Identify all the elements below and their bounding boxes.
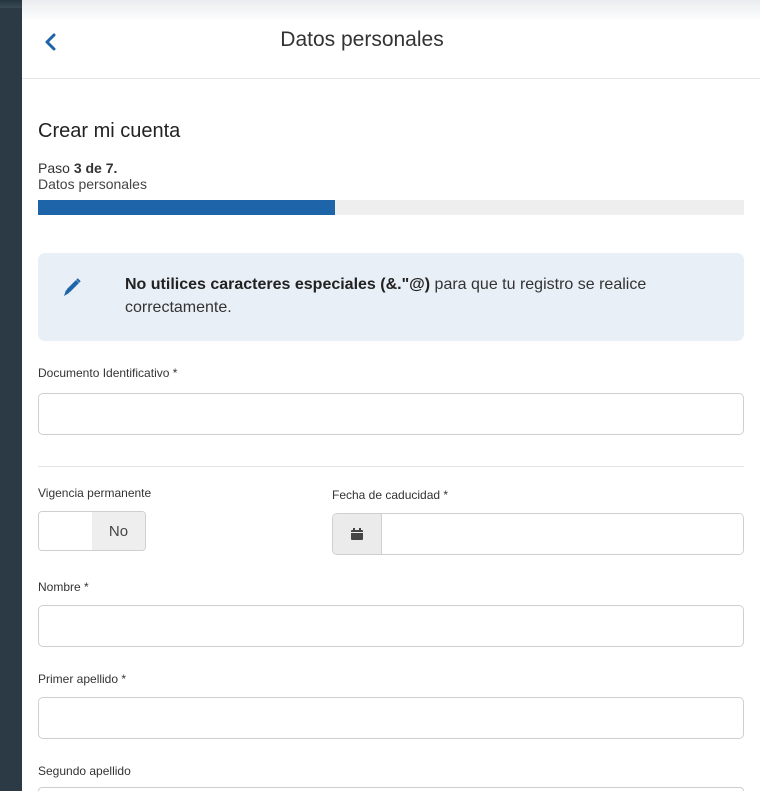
- page-header: Datos personales: [22, 0, 760, 79]
- apellido1-input[interactable]: [38, 697, 744, 739]
- notice-bold: No utilices caracteres especiales (&."@): [125, 276, 431, 293]
- vigencia-label: Vigencia permanente: [38, 486, 152, 500]
- section-heading: Crear mi cuenta: [38, 120, 181, 142]
- expiry-label: Fecha de caducidad *: [332, 488, 449, 502]
- document-label: Documento Identificativo *: [38, 366, 178, 380]
- section-divider: [38, 466, 744, 467]
- calendar-button[interactable]: [333, 514, 382, 554]
- step-count: 3 de 7.: [73, 160, 118, 176]
- nombre-input[interactable]: [38, 605, 744, 647]
- expiry-date-field: [332, 513, 744, 555]
- apellido2-label: Segundo apellido: [38, 764, 131, 778]
- expiry-date-input[interactable]: [382, 514, 743, 554]
- progress-bar: [38, 200, 744, 215]
- notice-text: No utilices caracteres especiales (&."@)…: [125, 273, 725, 319]
- apellido2-input[interactable]: [38, 787, 744, 791]
- toggle-knob: [39, 512, 92, 550]
- document-input[interactable]: [38, 393, 744, 435]
- step-prefix: Paso: [38, 160, 74, 176]
- vigencia-toggle[interactable]: No: [38, 511, 146, 551]
- calendar-icon: [351, 528, 363, 540]
- apellido1-label: Primer apellido *: [38, 672, 127, 686]
- page-title: Datos personales: [280, 28, 444, 51]
- pencil-icon: [64, 278, 81, 296]
- notice-box: No utilices caracteres especiales (&."@)…: [38, 253, 744, 341]
- step-subtitle: Datos personales: [38, 176, 147, 192]
- nombre-label: Nombre *: [38, 580, 89, 594]
- progress-bar-fill: [38, 200, 335, 215]
- step-indicator: Paso 3 de 7.: [38, 159, 117, 177]
- toggle-state-label: No: [92, 512, 145, 550]
- form-panel: Datos personales Crear mi cuenta Paso 3 …: [22, 0, 776, 791]
